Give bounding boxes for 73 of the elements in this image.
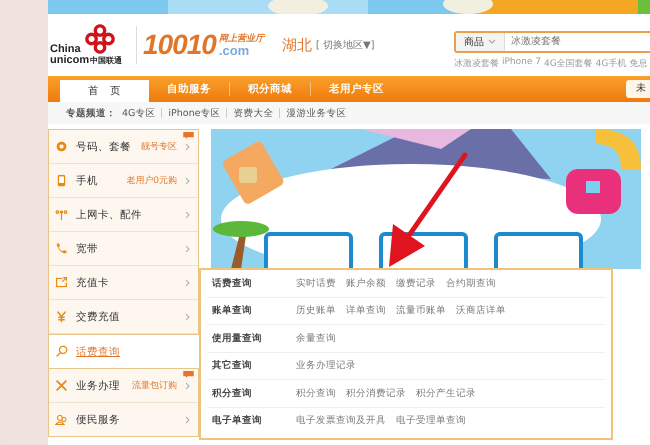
region-name: 湖北 xyxy=(282,36,312,54)
chevron-right-icon xyxy=(185,210,190,218)
nav-tab[interactable]: 首 页 xyxy=(60,80,149,102)
card-icon xyxy=(55,276,68,289)
side-menu-item[interactable]: 话费查询 xyxy=(49,334,199,369)
search-icon xyxy=(55,345,68,358)
side-menu-item[interactable]: 业务办理 流量包订购 xyxy=(49,369,198,403)
query-link[interactable]: 沃商店详单 xyxy=(456,304,506,318)
search-field[interactable]: 商品 冰激凌套餐 xyxy=(454,30,650,52)
channel-link[interactable]: 漫游业务专区 xyxy=(286,106,346,120)
channel-link[interactable]: 4G专区 xyxy=(122,106,156,120)
query-category: 其它查询 xyxy=(211,359,253,372)
logo-text: China xyxy=(50,44,82,55)
query-category: 电子单查询 xyxy=(211,414,263,428)
chevron-right-icon xyxy=(185,312,190,320)
caret-icon xyxy=(488,39,496,44)
site-domain: .com xyxy=(218,45,250,57)
query-link[interactable]: 积分消费记录 xyxy=(346,386,406,400)
logo-text: unicom xyxy=(50,55,90,66)
nav-tab[interactable]: 老用户专区 xyxy=(311,76,402,102)
side-menu-item[interactable]: 宽带 xyxy=(49,232,198,266)
query-link[interactable]: 实时话费 xyxy=(296,276,336,290)
hot-word-link[interactable]: 免息 xyxy=(629,56,648,70)
query-category: 使用量查询 xyxy=(210,332,263,345)
side-menu-item[interactable]: 上网卡、配件 xyxy=(49,198,198,232)
query-category: 账单查询 xyxy=(211,304,253,318)
hot-word-link[interactable]: 冰激凌套餐 xyxy=(454,56,499,70)
channel-label: 专题频道： xyxy=(66,106,116,120)
side-menu-item[interactable]: 手机 老用户0元购 xyxy=(49,164,198,198)
query-link[interactable]: 详单查询 xyxy=(346,304,386,318)
side-menu-item[interactable]: 充值卡 xyxy=(49,266,198,300)
site-tagline: 网上营业厅 xyxy=(218,33,264,45)
category-dropdown[interactable]: 商品 xyxy=(456,32,505,50)
handset-icon xyxy=(55,242,68,255)
chevron-right-icon xyxy=(185,382,190,390)
yen-icon xyxy=(55,310,68,323)
promo-link[interactable]: 流量包订购 xyxy=(132,379,177,392)
query-category: 积分查询 xyxy=(210,386,253,400)
phone-icon xyxy=(55,174,68,187)
promo-link[interactable]: 老用户0元购 xyxy=(126,174,177,187)
query-link[interactable]: 业务办理记录 xyxy=(296,359,356,372)
logo-text: 中国联通 xyxy=(90,56,122,66)
chevron-right-icon xyxy=(185,176,190,184)
side-menu-item[interactable]: 号码、套餐 靓号专区 xyxy=(49,130,198,164)
nav-tab[interactable]: 自助服务 xyxy=(149,76,229,102)
query-link[interactable]: 缴费记录 xyxy=(396,276,436,290)
query-link[interactable]: 历史账单 xyxy=(296,304,336,318)
nav-tab[interactable]: 积分商城 xyxy=(230,76,310,102)
promo-link[interactable]: 靓号专区 xyxy=(141,140,177,153)
channel-link[interactable]: 资费大全 xyxy=(233,106,274,120)
query-link[interactable]: 流量币账单 xyxy=(396,304,446,318)
people-icon xyxy=(55,413,68,426)
query-link[interactable]: 积分查询 xyxy=(296,386,336,400)
query-link[interactable]: 电子发票查询及开具 xyxy=(296,414,386,428)
site-logo-number: 10010 xyxy=(143,29,216,61)
query-link[interactable]: 余量查询 xyxy=(296,332,336,345)
query-category: 话费查询 xyxy=(210,276,253,290)
side-menu-item[interactable]: 便民服务 xyxy=(49,403,198,436)
hot-word-link[interactable]: iPhone 7 xyxy=(502,56,541,70)
hot-word-link[interactable]: 4G手机 xyxy=(596,56,626,70)
region-switch-link[interactable]: [ 切换地区▼] xyxy=(316,38,375,52)
antenna-icon xyxy=(55,208,68,221)
query-link[interactable]: 电子受理单查询 xyxy=(396,414,466,428)
chevron-right-icon xyxy=(185,244,190,252)
chevron-right-icon xyxy=(185,142,190,150)
channel-link[interactable]: iPhone专区 xyxy=(168,106,220,120)
hot-word-link[interactable]: 4G全国套餐 xyxy=(544,56,593,70)
query-link[interactable]: 账户余额 xyxy=(346,276,386,290)
chevron-right-icon xyxy=(185,278,190,286)
query-link[interactable]: 积分产生记录 xyxy=(416,386,476,400)
chevron-right-icon xyxy=(185,416,190,424)
nav-button[interactable]: 未 xyxy=(626,80,650,98)
query-link[interactable]: 合约期查询 xyxy=(446,276,496,290)
